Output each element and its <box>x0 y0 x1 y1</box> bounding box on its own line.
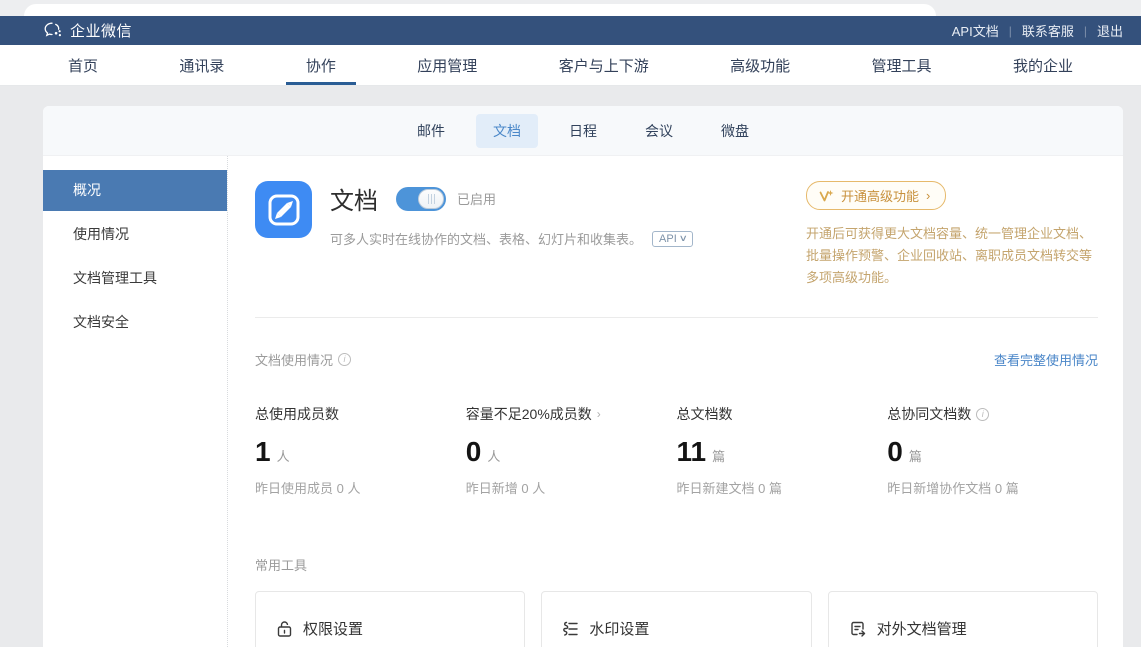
stat-value: 0 <box>466 436 482 468</box>
nav-collaboration[interactable]: 协作 <box>300 45 342 85</box>
link-logout[interactable]: 退出 <box>1097 21 1123 40</box>
api-label: API <box>659 233 677 245</box>
premium-panel: 开通高级功能 › 开通后可获得更大文档容量、统一管理企业文档、批量操作预警、企业… <box>806 181 1098 289</box>
tools-section-title: 常用工具 <box>255 555 307 574</box>
stat-subtext: 昨日新建文档 0 篇 <box>677 478 888 497</box>
sidebar-item-doc-security[interactable]: 文档安全 <box>43 302 227 343</box>
stat-label: 总文档数 <box>677 404 733 424</box>
content-background: 邮件 文档 日程 会议 微盘 概况 使用情况 文档管理工具 文档安全 <box>0 86 1141 647</box>
api-dropdown[interactable]: API ∨ <box>652 231 693 247</box>
status-label: 已启用 <box>457 189 496 208</box>
stats-row: 总使用成员数 1 人 昨日使用成员 0 人 容量不足20%成员数 › <box>255 404 1098 497</box>
nav-my-company[interactable]: 我的企业 <box>1007 45 1079 85</box>
stat-value: 11 <box>677 436 707 468</box>
tools-header: 常用工具 <box>255 555 1098 574</box>
browser-tab-shape <box>24 4 936 16</box>
view-full-usage-link[interactable]: 查看完整使用情况 <box>994 350 1098 369</box>
card-watermark-settings[interactable]: 水印设置 为企业内文档开启水印，数据泄露事件可追 <box>541 591 811 647</box>
link-contact-support[interactable]: 联系客服 <box>1022 21 1074 40</box>
stat-unit: 篇 <box>712 446 725 465</box>
nav-advanced-features[interactable]: 高级功能 <box>724 45 796 85</box>
usage-header: 文档使用情况 i 查看完整使用情况 <box>255 350 1098 369</box>
divider <box>255 317 1098 318</box>
nav-app-management[interactable]: 应用管理 <box>411 45 483 85</box>
toggle-knob <box>418 189 444 209</box>
subtab-bar: 邮件 文档 日程 会议 微盘 <box>43 106 1123 156</box>
lock-icon <box>276 620 293 638</box>
card-title: 对外文档管理 <box>877 618 967 639</box>
info-icon[interactable]: i <box>338 353 351 366</box>
main-nav: 首页 通讯录 协作 应用管理 客户与上下游 高级功能 管理工具 我的企业 <box>0 45 1141 86</box>
stat-unit: 篇 <box>909 446 922 465</box>
stat-subtext: 昨日新增 0 人 <box>466 478 677 497</box>
stat-unit: 人 <box>487 446 500 465</box>
doc-share-icon <box>849 620 867 638</box>
browser-strip <box>0 0 1141 16</box>
nav-customers[interactable]: 客户与上下游 <box>553 45 655 85</box>
sparkle-icon <box>819 189 834 203</box>
enable-toggle[interactable] <box>396 187 446 211</box>
tab-meeting[interactable]: 会议 <box>628 114 690 148</box>
info-icon[interactable]: i <box>976 408 989 421</box>
watermark-icon <box>562 620 579 638</box>
upgrade-premium-button[interactable]: 开通高级功能 › <box>806 181 946 210</box>
chevron-right-icon[interactable]: › <box>597 407 601 421</box>
premium-description: 开通后可获得更大文档容量、统一管理企业文档、批量操作预警、企业回收站、离职成员文… <box>806 223 1098 289</box>
main-panel: 邮件 文档 日程 会议 微盘 概况 使用情况 文档管理工具 文档安全 <box>43 106 1123 647</box>
separator: | <box>1009 24 1012 38</box>
topbar-links: API文档 | 联系客服 | 退出 <box>952 21 1123 40</box>
stat-collab-docs: 总协同文档数 i 0 篇 昨日新增协作文档 0 篇 <box>887 404 1098 497</box>
card-title: 权限设置 <box>303 618 363 639</box>
stat-total-docs: 总文档数 11 篇 昨日新建文档 0 篇 <box>677 404 888 497</box>
card-external-doc-management[interactable]: 对外文档管理 查看和管理允许企业外访问的文档 <box>828 591 1098 647</box>
app-description: 可多人实时在线协作的文档、表格、幻灯片和收集表。 <box>330 229 642 248</box>
chevron-down-icon: ∨ <box>678 233 687 244</box>
tab-calendar[interactable]: 日程 <box>552 114 614 148</box>
wework-chat-bubble-icon <box>44 22 63 39</box>
stat-subtext: 昨日新增协作文档 0 篇 <box>887 478 1098 497</box>
stat-subtext: 昨日使用成员 0 人 <box>255 478 466 497</box>
docs-app-icon <box>255 181 312 238</box>
sidebar-item-doc-tools[interactable]: 文档管理工具 <box>43 258 227 299</box>
page-title: 文档 <box>330 181 378 216</box>
stat-low-capacity-members: 容量不足20%成员数 › 0 人 昨日新增 0 人 <box>466 404 677 497</box>
nav-admin-tools[interactable]: 管理工具 <box>866 45 938 85</box>
tab-drive[interactable]: 微盘 <box>704 114 766 148</box>
stat-value: 0 <box>887 436 903 468</box>
nav-home[interactable]: 首页 <box>62 45 104 85</box>
stat-label: 容量不足20%成员数 <box>466 404 592 424</box>
tab-docs[interactable]: 文档 <box>476 114 538 148</box>
main-content: 文档 已启用 可多人实时在线协作的文档、表格、幻灯片和收集表。 API ∨ <box>228 156 1123 647</box>
upgrade-button-label: 开通高级功能 <box>841 186 919 205</box>
sidebar-item-overview[interactable]: 概况 <box>43 170 227 211</box>
stat-unit: 人 <box>277 446 290 465</box>
separator: | <box>1084 24 1087 38</box>
card-permission-settings[interactable]: 权限设置 设置企业内外的访问权限 <box>255 591 525 647</box>
app-header: 文档 已启用 可多人实时在线协作的文档、表格、幻灯片和收集表。 API ∨ <box>255 181 1098 289</box>
usage-section-title: 文档使用情况 <box>255 350 333 369</box>
stat-label: 总使用成员数 <box>255 404 339 424</box>
card-title: 水印设置 <box>589 618 649 639</box>
sidebar: 概况 使用情况 文档管理工具 文档安全 <box>43 156 228 647</box>
tool-cards: 权限设置 设置企业内外的访问权限 <box>255 591 1098 647</box>
stat-total-members: 总使用成员数 1 人 昨日使用成员 0 人 <box>255 404 466 497</box>
app-logo[interactable]: 企业微信 <box>44 20 132 41</box>
topbar: 企业微信 API文档 | 联系客服 | 退出 <box>0 16 1141 45</box>
tab-mail[interactable]: 邮件 <box>400 114 462 148</box>
nav-contacts[interactable]: 通讯录 <box>173 45 230 85</box>
chevron-right-icon: › <box>926 188 930 203</box>
stat-value: 1 <box>255 436 271 468</box>
sidebar-item-usage[interactable]: 使用情况 <box>43 214 227 255</box>
stat-label: 总协同文档数 <box>887 404 971 424</box>
logo-text: 企业微信 <box>70 20 132 41</box>
link-api-docs[interactable]: API文档 <box>952 21 999 40</box>
